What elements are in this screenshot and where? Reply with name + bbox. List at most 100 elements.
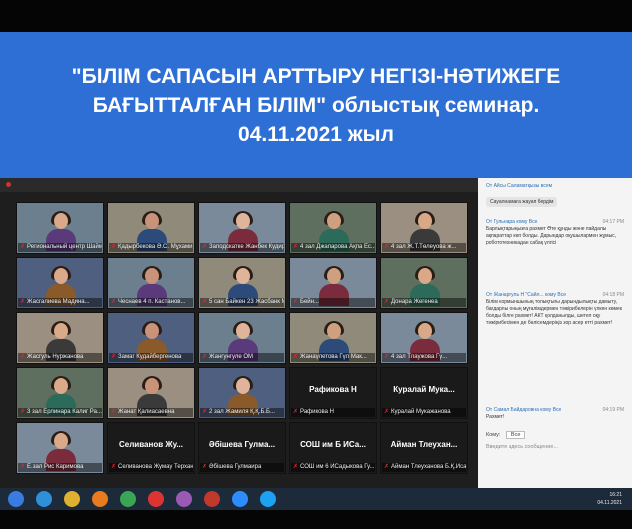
participant-tile[interactable]: ✗ 5 сан Байкен 23 Жасбанк М... <box>198 257 286 309</box>
banner-line-2: БАҒЫТТАЛҒАН БІЛІМ" облыстық семинар. <box>92 93 540 117</box>
chat-input[interactable]: Введите здесь сообщение... <box>486 444 624 474</box>
top-black-bar <box>0 0 632 32</box>
participant-tile[interactable]: ✗ 4 зал Джапарова Ақпа Ес... <box>289 202 377 254</box>
muted-mic-icon: ✗ <box>293 244 299 250</box>
participant-tile[interactable]: ✗ Донара Жегенеа <box>380 257 468 309</box>
ie-icon[interactable] <box>36 491 52 507</box>
participant-name: ✗ 3 зал Ерлинара Калиг Ра... <box>18 408 102 417</box>
chat-message: От Гульнара кому Все 04:17 PM Барлықтарың… <box>486 218 624 247</box>
participant-tile[interactable]: Селиванов Жу... ✗Селиванова Жумау Терхана… <box>107 422 195 474</box>
viber-icon[interactable] <box>176 491 192 507</box>
chat-sender: От Жанаргуль Н "Сайл... кому Все 04:18 PM <box>486 292 624 298</box>
chat-recipient-row: Кому: Все <box>486 431 526 439</box>
participant-tile[interactable]: СОШ им Б ИСа... ✗ СОШ им 6 ИСадыкова Гу... <box>289 422 377 474</box>
muted-mic-icon: ✗ <box>20 299 26 305</box>
muted-mic-icon: ✗ <box>384 299 390 305</box>
participant-tile[interactable]: Айман Тлеухан... ✗ Айман Тлеуханова Б.Қ.Ис… <box>380 422 468 474</box>
participant-tile[interactable]: ✗ 4 зал Ж.Т.Төлеуова ж... <box>380 202 468 254</box>
muted-mic-icon: ✗ <box>384 354 390 360</box>
participant-tile[interactable]: ✗ Жанат Қалиасаевна <box>107 367 195 419</box>
participant-name: ✗ Куралай Мукажанова <box>382 408 466 417</box>
participant-name: ✗ Чеснаев 4 п. Кастанов... <box>109 298 193 307</box>
participant-name: ✗ Региональный центр Шайм... <box>18 243 102 252</box>
folder-icon[interactable] <box>64 491 80 507</box>
participant-name: ✗ Замаг Кудайбергенова <box>109 353 193 362</box>
chat-recipient-select[interactable]: Все <box>505 431 526 439</box>
yandex-icon[interactable] <box>204 491 220 507</box>
participant-tile[interactable]: ✗ Жангунгуле ОМ <box>198 312 286 364</box>
telegram-icon[interactable] <box>260 491 276 507</box>
participant-tile[interactable]: ✗ 2 зал Жамиля Қ.Қ.Б.Б... <box>198 367 286 419</box>
chat-panel: От Айсы Саламатқызы всем Сауалнамаға жау… <box>478 178 632 488</box>
participant-display-name: Селиванов Жу... <box>119 440 183 449</box>
participant-name: ✗ 2 зал Жамиля Қ.Қ.Б.Б... <box>200 408 284 417</box>
participant-name: ✗ Жангунгуле ОМ <box>200 353 284 362</box>
video-gallery: ✗ Региональный центр Шайм... ✗ Қадырбекова … <box>0 178 478 488</box>
participant-name: ✗ Қадырбекова Ә.С. Мұхами... <box>109 243 193 252</box>
muted-mic-icon: ✗ <box>20 409 26 415</box>
chat-text: Білім кормыншының толықтығы дарындылықты… <box>486 299 622 326</box>
muted-mic-icon: ✗ <box>111 409 117 415</box>
seminar-banner: "БІЛІМ САПАСЫН АРТТЫРУ НЕГІЗІ-НӘТИЖЕГЕ Б… <box>0 32 632 178</box>
muted-mic-icon: ✗ <box>384 409 390 415</box>
participant-name: ✗ 5 сан Байкен 23 Жасбанк М... <box>200 298 284 307</box>
participant-display-name: Рафикова Н <box>309 385 357 394</box>
participant-display-name: Әбішева Гулма... <box>208 440 276 449</box>
participant-tile[interactable]: ✗ Жасгалиева Мадина... <box>16 257 104 309</box>
participant-tile[interactable]: ✗ Жасгуль Нуржанова <box>16 312 104 364</box>
chat-text: Сауалнамаға жауап бердім <box>486 197 558 207</box>
chat-message: От Жанаргуль Н "Сайл... кому Все 04:18 PM… <box>486 291 624 327</box>
participant-tile[interactable]: ✗ Жанаүлетова Гүл Мак... <box>289 312 377 364</box>
participant-tile[interactable]: ✗ Чеснаев 4 п. Кастанов... <box>107 257 195 309</box>
taskbar-clock: 16:21 04.11.2021 <box>597 492 622 506</box>
muted-mic-icon: ✗ <box>384 244 390 250</box>
muted-mic-icon: ✗ <box>202 409 208 415</box>
participant-name: ✗ Бейн... <box>291 298 375 307</box>
participant-tile[interactable]: Рафикова Н ✗ Рафикова Н <box>289 367 377 419</box>
chat-message: От Самал Байдаровна кому Все 04:19 PM Рах… <box>486 406 624 421</box>
participant-tile[interactable]: ✗ 3 зал Ерлинара Калиг Ра... <box>16 367 104 419</box>
participant-grid: ✗ Региональный центр Шайм... ✗ Қадырбекова … <box>16 202 468 476</box>
participant-tile[interactable]: ✗ Бейн... <box>289 257 377 309</box>
chat-sender: От Гульнара кому Все 04:17 PM <box>486 219 624 225</box>
participant-tile[interactable]: ✗ 4 зал Тлаужова Гү... <box>380 312 468 364</box>
start-icon[interactable] <box>8 491 24 507</box>
banner-date: 04.11.2021 жыл <box>238 122 394 146</box>
participant-name: ✗ 4 зал Тлаужова Гү... <box>382 353 466 362</box>
participant-tile[interactable]: ✗ Региональный центр Шайм... <box>16 202 104 254</box>
participant-name: ✗ Жанат Қалиасаевна <box>109 408 193 417</box>
participant-display-name: СОШ им Б ИСа... <box>300 440 366 449</box>
participant-tile[interactable]: ✗ Қадырбекова Ә.С. Мұхами... <box>107 202 195 254</box>
muted-mic-icon: ✗ <box>293 464 299 470</box>
zoom-screenshot: ✗ Региональный центр Шайм... ✗ Қадырбекова … <box>0 178 632 529</box>
zoom-icon[interactable] <box>232 491 248 507</box>
opera-icon[interactable] <box>148 491 164 507</box>
participant-name: ✗ Рафикова Н <box>291 408 375 417</box>
muted-mic-icon: ✗ <box>293 299 299 305</box>
muted-mic-icon: ✗ <box>202 244 208 250</box>
chat-message: От Айсы Саламатқызы всем Сауалнамаға жау… <box>486 182 624 208</box>
participant-tile[interactable]: ✗ Е.зал Рис Каримова <box>16 422 104 474</box>
participant-display-name: Куралай Мука... <box>393 385 455 394</box>
participant-tile[interactable]: ✗ Заподскатке Жанбек Кудир... <box>198 202 286 254</box>
muted-mic-icon: ✗ <box>202 299 208 305</box>
muted-mic-icon: ✗ <box>202 464 208 470</box>
muted-mic-icon: ✗ <box>293 354 299 360</box>
participant-tile[interactable]: Әбішева Гулма... ✗ Әбішева Гулмаира <box>198 422 286 474</box>
firefox-icon[interactable] <box>92 491 108 507</box>
participant-name: ✗ Жанаүлетова Гүл Мак... <box>291 353 375 362</box>
chat-recipient-label: Кому: <box>486 432 501 438</box>
banner-line-1: "БІЛІМ САПАСЫН АРТТЫРУ НЕГІЗІ-НӘТИЖЕГЕ <box>71 64 561 88</box>
participant-name: ✗ 4 зал Ж.Т.Төлеуова ж... <box>382 243 466 252</box>
muted-mic-icon: ✗ <box>384 464 390 470</box>
bottom-black-bar <box>0 510 632 529</box>
participant-tile[interactable]: Куралай Мука... ✗ Куралай Мукажанова <box>380 367 468 419</box>
chat-sender: От Айсы Саламатқызы всем <box>486 183 553 189</box>
record-icon <box>6 182 11 187</box>
chrome-icon[interactable] <box>120 491 136 507</box>
participant-tile[interactable]: ✗ Замаг Кудайбергенова <box>107 312 195 364</box>
muted-mic-icon: ✗ <box>111 464 117 470</box>
participant-name: ✗ Жасгуль Нуржанова <box>18 353 102 362</box>
participant-name: ✗ Жасгалиева Мадина... <box>18 298 102 307</box>
participant-name: ✗ Заподскатке Жанбек Кудир... <box>200 243 284 252</box>
